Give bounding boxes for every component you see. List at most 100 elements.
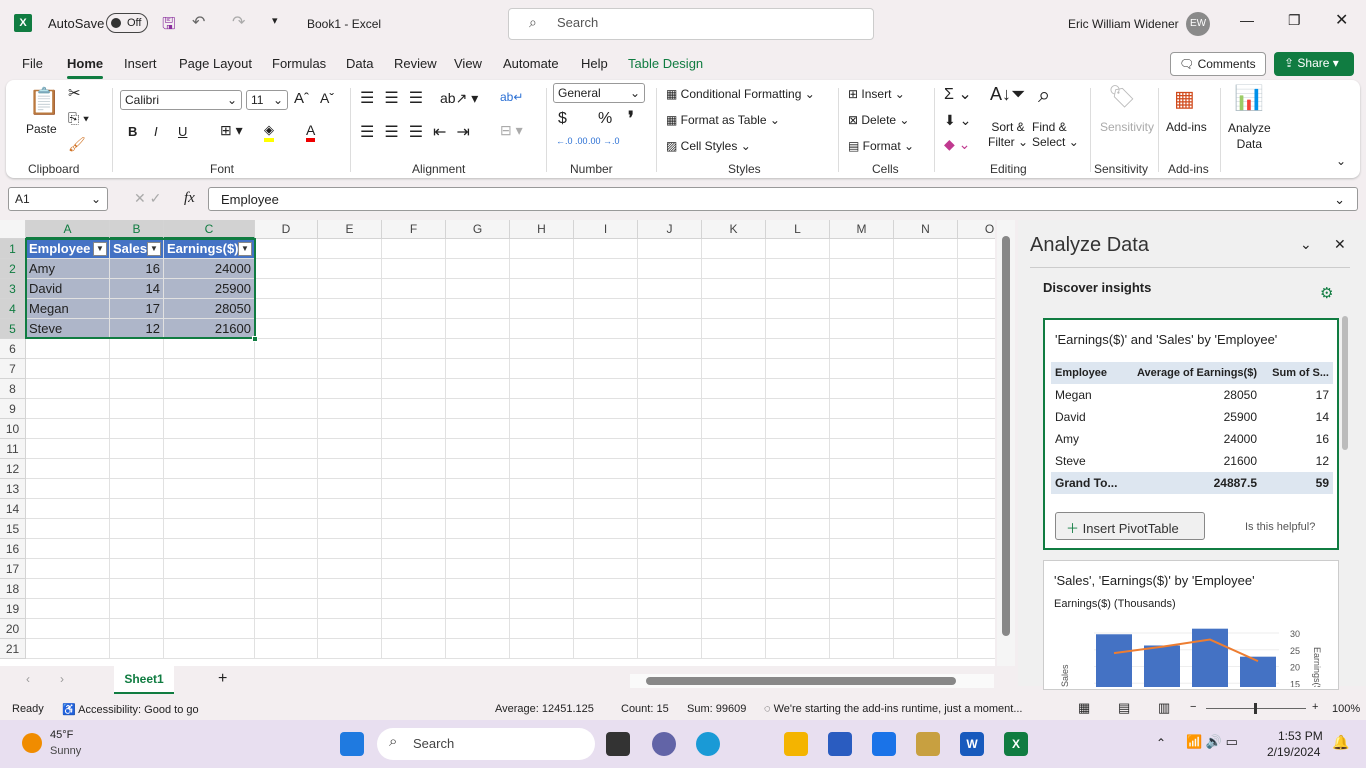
cell[interactable] [164, 639, 255, 659]
tab-table-design[interactable]: Table Design [628, 56, 703, 71]
cell[interactable] [766, 459, 830, 479]
cell[interactable] [574, 339, 638, 359]
cell[interactable] [164, 439, 255, 459]
cell[interactable] [638, 319, 702, 339]
cell[interactable] [255, 419, 318, 439]
cell[interactable] [958, 639, 995, 659]
cell[interactable] [382, 439, 446, 459]
increase-font-icon[interactable]: Aˆ [294, 90, 309, 107]
next-sheet-icon[interactable]: › [60, 672, 64, 686]
cell[interactable] [894, 379, 958, 399]
cell[interactable] [110, 379, 164, 399]
cell[interactable] [574, 539, 638, 559]
vertical-align-icons[interactable]: ☰☰☰ [360, 88, 433, 108]
cell[interactable] [830, 559, 894, 579]
cell[interactable] [318, 339, 382, 359]
cell[interactable] [255, 479, 318, 499]
save-icon[interactable]: 🖫 [162, 13, 176, 40]
cell[interactable] [510, 459, 574, 479]
cell[interactable] [638, 559, 702, 579]
cell[interactable] [382, 539, 446, 559]
delete-cells-button[interactable]: ⊠ Delete ⌄ [848, 113, 909, 127]
tab-formulas[interactable]: Formulas [272, 56, 326, 71]
cell[interactable] [766, 399, 830, 419]
cell[interactable] [164, 579, 255, 599]
cell[interactable] [510, 579, 574, 599]
cell[interactable] [318, 639, 382, 659]
cell[interactable] [382, 359, 446, 379]
cell[interactable] [766, 539, 830, 559]
cell[interactable] [766, 279, 830, 299]
cell[interactable] [510, 259, 574, 279]
cell[interactable] [766, 319, 830, 339]
cell[interactable] [382, 459, 446, 479]
cell[interactable] [958, 379, 995, 399]
cell[interactable] [318, 619, 382, 639]
merge-center-icon[interactable]: ⊟ ▾ [500, 122, 523, 139]
cell[interactable] [382, 639, 446, 659]
cell[interactable] [574, 319, 638, 339]
cell[interactable] [318, 319, 382, 339]
cell[interactable] [702, 359, 766, 379]
fill-handle[interactable] [252, 336, 258, 342]
cell[interactable] [255, 639, 318, 659]
cell[interactable] [446, 559, 510, 579]
row-header[interactable]: 20 [0, 619, 26, 639]
add-ins-button[interactable]: Add-ins [1166, 120, 1207, 134]
cell[interactable] [702, 479, 766, 499]
cell[interactable] [110, 639, 164, 659]
tab-help[interactable]: Help [581, 56, 608, 71]
cell[interactable] [574, 579, 638, 599]
find-select-button[interactable]: Find & Select ⌄ [1032, 120, 1079, 150]
clock-date[interactable]: 2/19/2024 [1267, 745, 1320, 759]
cell[interactable] [830, 279, 894, 299]
cell[interactable] [110, 519, 164, 539]
cell[interactable] [26, 419, 110, 439]
cell[interactable] [164, 619, 255, 639]
cell[interactable] [830, 639, 894, 659]
cell[interactable] [958, 239, 995, 259]
font-name-select[interactable]: Calibri ⌄ [120, 90, 242, 110]
cell[interactable] [638, 639, 702, 659]
cell[interactable] [382, 279, 446, 299]
pane-options-icon[interactable]: ⌄ [1300, 236, 1312, 253]
cell[interactable] [766, 379, 830, 399]
cell[interactable] [446, 419, 510, 439]
cell[interactable] [766, 579, 830, 599]
decrease-decimal-icon[interactable]: .00 →.0 [588, 136, 620, 146]
taskbar-search[interactable]: ⌕ Search [377, 728, 595, 760]
cell[interactable] [574, 239, 638, 259]
cell[interactable] [830, 299, 894, 319]
cell[interactable] [510, 559, 574, 579]
cell[interactable] [894, 439, 958, 459]
cell[interactable] [702, 639, 766, 659]
cell[interactable] [255, 259, 318, 279]
cell[interactable] [382, 379, 446, 399]
cell[interactable] [702, 399, 766, 419]
analyze-data-button[interactable]: Analyze Data [1228, 120, 1271, 152]
tab-data[interactable]: Data [346, 56, 373, 71]
cell[interactable] [26, 479, 110, 499]
cell[interactable] [766, 359, 830, 379]
name-box[interactable]: A1 ⌄ [8, 187, 108, 211]
cell[interactable] [894, 299, 958, 319]
cell[interactable] [164, 599, 255, 619]
cell[interactable] [702, 619, 766, 639]
cell[interactable] [894, 639, 958, 659]
cell[interactable] [510, 539, 574, 559]
cell[interactable] [894, 279, 958, 299]
settings-gear-icon[interactable]: ⚙ [1320, 284, 1333, 302]
cell[interactable] [830, 419, 894, 439]
cell[interactable] [894, 479, 958, 499]
cell[interactable] [574, 299, 638, 319]
cell[interactable] [446, 279, 510, 299]
cell[interactable] [638, 279, 702, 299]
percent-button[interactable]: % [598, 110, 612, 128]
cell[interactable] [110, 399, 164, 419]
cell[interactable] [766, 499, 830, 519]
cell[interactable] [446, 479, 510, 499]
cell[interactable] [894, 419, 958, 439]
cell[interactable] [382, 619, 446, 639]
cell[interactable] [510, 639, 574, 659]
cell[interactable] [446, 379, 510, 399]
